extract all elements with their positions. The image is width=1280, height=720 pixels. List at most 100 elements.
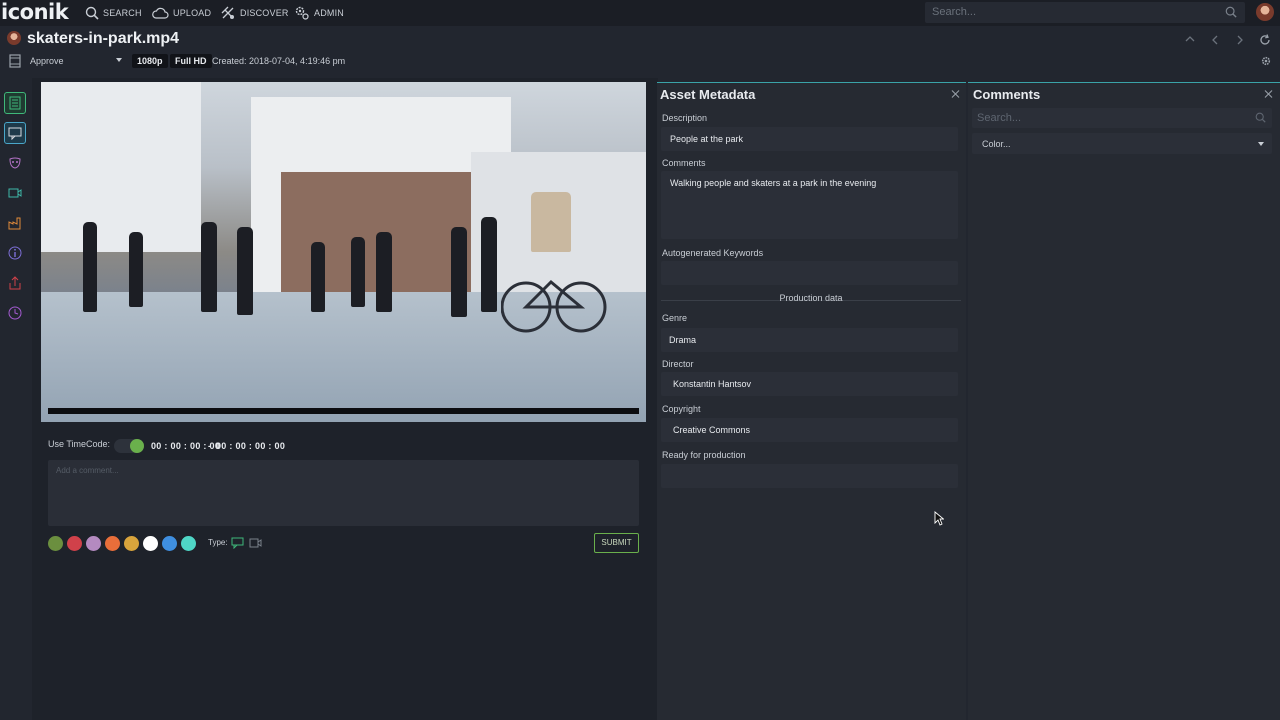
gears-icon xyxy=(295,6,309,20)
comment-placeholder: Add a comment... xyxy=(56,466,119,475)
nav-discover[interactable]: DISCOVER xyxy=(220,0,289,26)
timecode-toggle[interactable] xyxy=(114,439,144,453)
nav-upload[interactable]: UPLOAD xyxy=(152,0,211,26)
comment-color-filter[interactable]: Color... xyxy=(972,133,1272,154)
comment-textarea[interactable]: Add a comment... xyxy=(48,460,639,526)
nav-admin[interactable]: ADMIN xyxy=(294,0,344,26)
color-swatch[interactable] xyxy=(67,536,82,551)
asset-metadata-panel: Asset Metadata Description People at the… xyxy=(657,82,966,720)
chevron-right-icon[interactable] xyxy=(1235,34,1245,46)
playback-scrubber[interactable] xyxy=(48,408,639,414)
copyright-field[interactable]: Creative Commons xyxy=(661,418,958,442)
video-frame-figure xyxy=(237,227,253,315)
comments-field[interactable]: Walking people and skaters at a park in … xyxy=(661,171,958,239)
genre-field[interactable]: Drama xyxy=(661,328,958,352)
video-frame-figure xyxy=(351,237,365,307)
comments-search-input[interactable]: Search... xyxy=(972,108,1272,128)
chevron-up-icon[interactable] xyxy=(1184,34,1196,44)
chevron-down-icon xyxy=(1258,142,1264,146)
close-icon[interactable] xyxy=(951,89,961,99)
factory-icon xyxy=(8,217,21,230)
comments-search-placeholder: Search... xyxy=(977,112,1022,124)
video-frame-bicycle xyxy=(501,279,607,333)
video-frame-figure xyxy=(311,242,325,312)
created-timestamp: Created: 2018-07-04, 4:19:46 pm xyxy=(212,56,346,66)
comments-tab[interactable] xyxy=(4,122,26,144)
search-placeholder: Search... xyxy=(932,6,977,18)
global-search-input[interactable]: Search... xyxy=(925,2,1245,23)
panel-title: Comments xyxy=(973,87,1041,102)
masks-icon xyxy=(9,157,21,169)
color-swatch[interactable] xyxy=(105,536,120,551)
ready-field[interactable] xyxy=(661,464,958,488)
metadata-tab[interactable] xyxy=(4,92,26,114)
satellite-icon xyxy=(221,6,234,19)
copyright-label: Copyright xyxy=(662,404,701,414)
color-swatch[interactable] xyxy=(86,536,101,551)
asset-header: skaters-in-park.mp4 Approve 1080p Full H… xyxy=(0,26,1280,78)
faces-tab[interactable] xyxy=(4,152,26,174)
comments-panel: Comments Search... Color... xyxy=(968,82,1280,720)
comment-type-icon[interactable] xyxy=(231,537,244,549)
history-tab[interactable] xyxy=(4,302,26,324)
formats-tab[interactable] xyxy=(4,212,26,234)
timecode-label: Use TimeCode: xyxy=(48,439,111,449)
color-swatch[interactable] xyxy=(124,536,139,551)
nav-discover-label: DISCOVER xyxy=(240,8,289,18)
video-frame-building xyxy=(41,82,201,252)
comments-label: Comments xyxy=(662,158,706,168)
color-swatch[interactable] xyxy=(48,536,63,551)
info-tab[interactable] xyxy=(4,242,26,264)
comments-value: Walking people and skaters at a park in … xyxy=(670,178,877,188)
timecode-separator: - xyxy=(208,441,212,451)
annotation-type-icon[interactable] xyxy=(249,537,262,549)
color-swatch[interactable] xyxy=(162,536,177,551)
approval-status-value: Approve xyxy=(30,56,64,66)
submit-comment-button[interactable]: SUBMIT xyxy=(594,533,639,553)
toggle-knob xyxy=(130,439,144,453)
quality-badge: Full HD xyxy=(170,54,212,68)
chevron-left-icon[interactable] xyxy=(1210,34,1220,46)
panel-title: Asset Metadata xyxy=(660,87,756,102)
description-value: People at the park xyxy=(670,134,744,144)
video-frame-figure xyxy=(376,232,392,312)
share-tab[interactable] xyxy=(4,272,26,294)
copyright-value: Creative Commons xyxy=(673,425,751,435)
history-clock-icon xyxy=(8,306,22,320)
director-value: Konstantin Hantsov xyxy=(673,379,752,389)
user-avatar[interactable] xyxy=(1256,3,1274,21)
nav-search-label: SEARCH xyxy=(103,8,142,18)
nav-upload-label: UPLOAD xyxy=(173,8,212,18)
video-frame-figure xyxy=(129,232,143,307)
approval-status-select[interactable]: Approve xyxy=(26,54,126,68)
color-filter-label: Color... xyxy=(982,139,1011,149)
type-label: Type: xyxy=(208,538,228,547)
keywords-field[interactable] xyxy=(661,261,958,285)
document-icon xyxy=(9,96,21,110)
upload-share-icon xyxy=(9,276,21,290)
asset-title: skaters-in-park.mp4 xyxy=(27,30,180,47)
description-field[interactable]: People at the park xyxy=(661,127,958,151)
nav-search[interactable]: SEARCH xyxy=(85,0,142,26)
app-logo[interactable]: iconik xyxy=(1,0,69,24)
video-camera-icon xyxy=(8,188,22,198)
search-icon xyxy=(1255,112,1266,123)
description-label: Description xyxy=(662,113,708,123)
refresh-icon[interactable] xyxy=(1259,34,1271,46)
color-swatch[interactable] xyxy=(181,536,196,551)
close-icon[interactable] xyxy=(1264,89,1274,99)
video-frame-figure xyxy=(451,227,467,317)
video-player[interactable] xyxy=(41,82,646,422)
owner-avatar xyxy=(7,31,21,45)
proxies-tab[interactable] xyxy=(4,182,26,204)
production-section-title: Production data xyxy=(779,293,843,303)
film-icon xyxy=(9,54,21,68)
settings-gear-icon[interactable] xyxy=(1260,55,1272,67)
timecode-out[interactable]: 00 : 00 : 00 : 00 xyxy=(216,441,285,451)
cloud-icon xyxy=(152,7,169,19)
search-icon xyxy=(85,6,99,20)
director-field[interactable]: Konstantin Hantsov xyxy=(661,372,958,396)
search-icon[interactable] xyxy=(1225,6,1237,18)
color-swatch[interactable] xyxy=(143,536,158,551)
asset-tools-sidebar xyxy=(0,88,32,720)
